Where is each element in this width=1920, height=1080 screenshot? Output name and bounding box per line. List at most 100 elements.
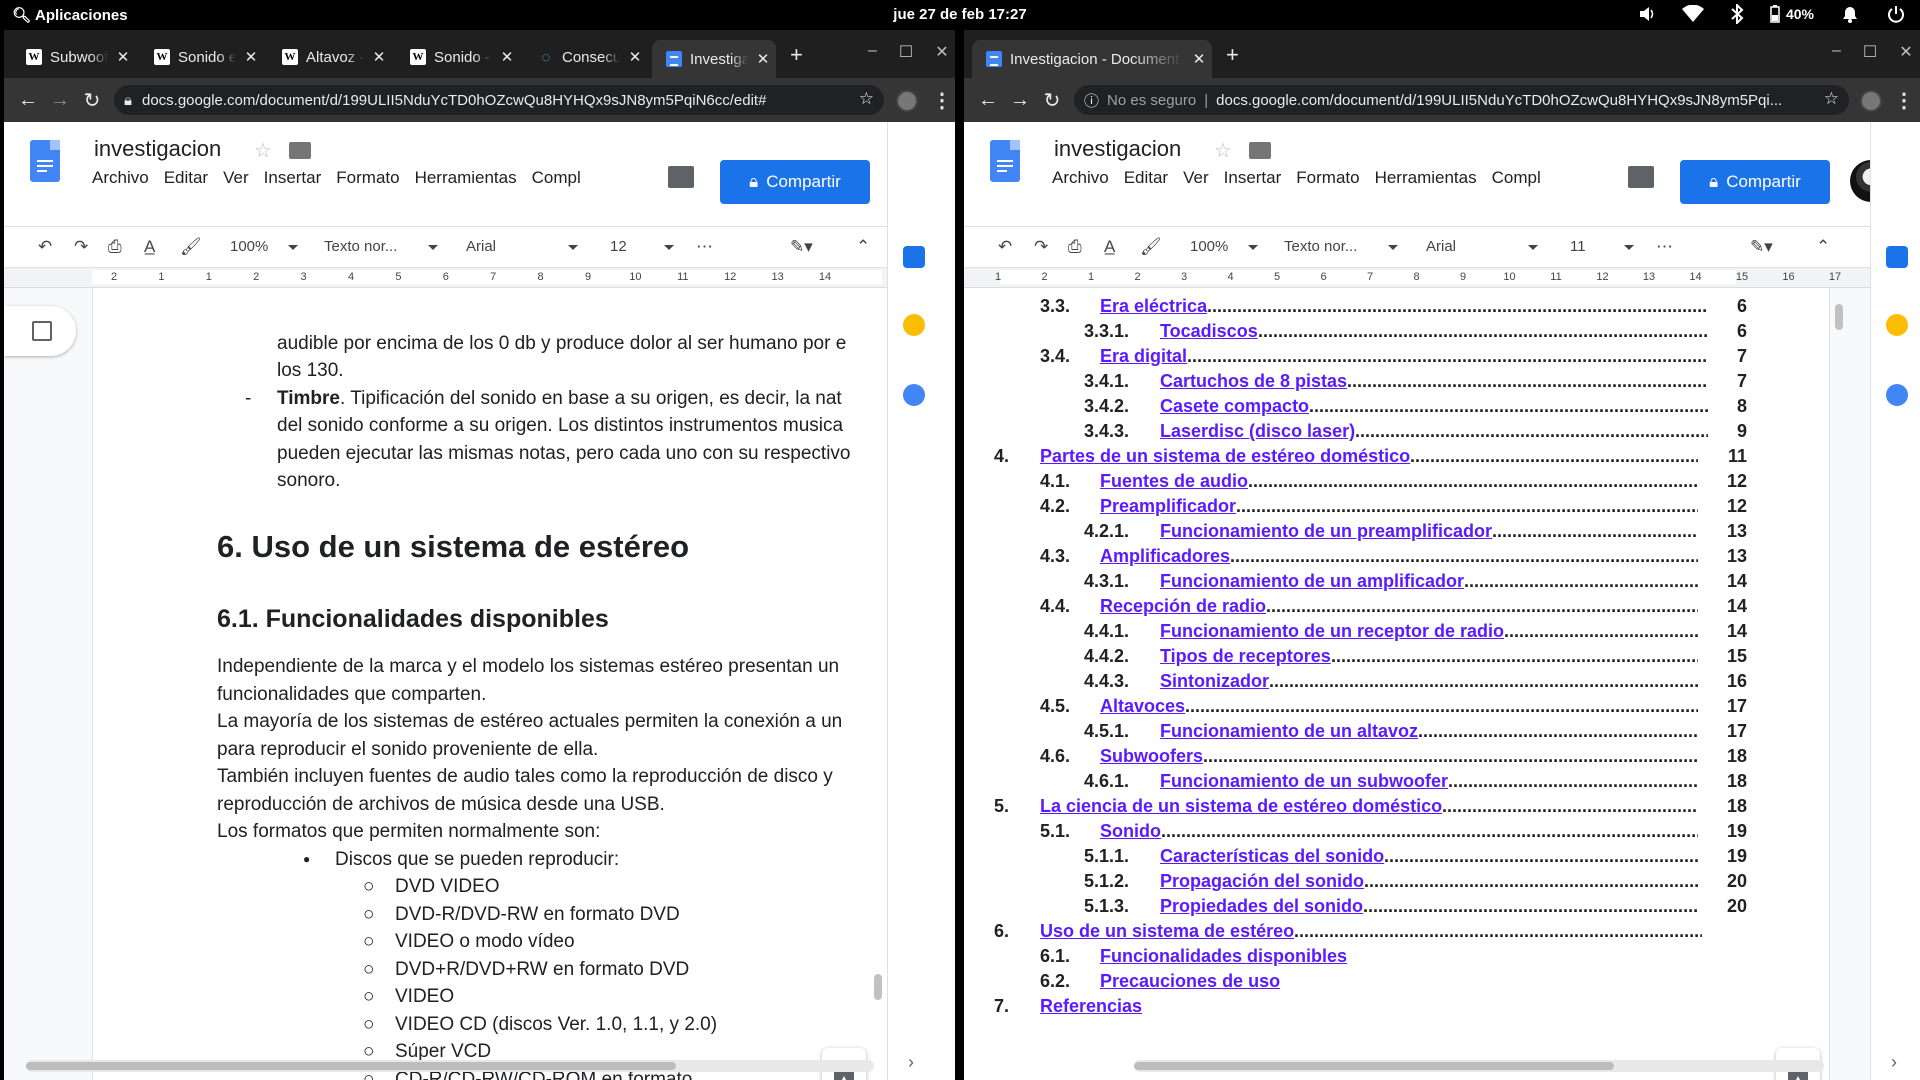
horizontal-scrollbar[interactable] — [1134, 1060, 1824, 1072]
address-bar[interactable]: ⓘ No es seguro | docs.google.com/documen… — [1074, 85, 1849, 115]
close-tab-icon[interactable]: ✕ — [500, 48, 514, 66]
share-button[interactable]: 🔒︎ Compartir — [1680, 160, 1830, 204]
document-page[interactable]: audible por encima de los 0 db y produce… — [92, 288, 887, 1080]
toc-link-text[interactable]: Era digital — [1100, 346, 1187, 366]
toc-link-text[interactable]: Altavoces — [1100, 696, 1185, 716]
toc-link-text[interactable]: Funcionamiento de un altavoz — [1160, 721, 1418, 741]
toc-entry-link[interactable]: Propiedades del sonido — [1160, 894, 1363, 919]
toc-link-text[interactable]: Laserdisc (disco laser) — [1160, 421, 1355, 441]
toc-entry-link[interactable]: Casete compacto — [1160, 394, 1309, 419]
ruler[interactable]: 12123456789101112131415161718 — [964, 268, 1888, 288]
tab-wikipedia-3[interactable]: W Altavoz - ✕ — [268, 42, 392, 72]
menu-insertar[interactable]: Insertar — [264, 168, 322, 188]
calendar-icon[interactable] — [1886, 246, 1908, 268]
vertical-scrollbar[interactable] — [874, 974, 882, 1000]
document-page[interactable]: 3.3. Era eléctrica.......................… — [964, 288, 1830, 1080]
toc-link-text[interactable]: La ciencia de un sistema de estéreo domé… — [1040, 796, 1442, 816]
toc-entry-link[interactable]: Era digital — [1100, 344, 1187, 369]
toc-link-text[interactable]: Casete compacto — [1160, 396, 1309, 416]
menu-herramientas[interactable]: Herramientas — [415, 168, 517, 188]
menu-herramientas[interactable]: Herramientas — [1375, 168, 1477, 188]
close-window-icon[interactable]: ✕ — [1899, 42, 1912, 62]
toc-link-text[interactable]: Amplificadores — [1100, 546, 1230, 566]
calendar-icon[interactable] — [903, 246, 925, 268]
toc-link-text[interactable]: Propiedades del sonido — [1160, 896, 1363, 916]
toc-entry-link[interactable]: Propagación del sonido — [1160, 869, 1364, 894]
tab-wikipedia-1[interactable]: W Subwoof ✕ — [12, 42, 136, 72]
toc-entry-link[interactable]: Uso de un sistema de estéreo — [1040, 919, 1294, 944]
more-icon[interactable]: ⋯ — [696, 237, 713, 257]
document-title[interactable]: investigacion — [94, 136, 221, 162]
google-docs-logo-icon[interactable] — [30, 140, 60, 182]
menu-archivo[interactable]: Archivo — [92, 168, 149, 188]
close-tab-icon[interactable]: ✕ — [756, 50, 770, 68]
toc-entry-link[interactable]: Precauciones de uso — [1100, 969, 1280, 994]
toc-entry-link[interactable]: Funcionamiento de un subwoofer — [1160, 769, 1448, 794]
collapse-icon[interactable]: ⌃ — [1816, 237, 1830, 257]
editing-mode-icon[interactable]: ✎▾ — [790, 237, 813, 257]
toc-link-text[interactable]: Uso de un sistema de estéreo — [1040, 921, 1294, 941]
toc-link-text[interactable]: Sintonizador — [1160, 671, 1269, 691]
toc-entry-link[interactable]: Funcionamiento de un preamplificador — [1160, 519, 1492, 544]
toc-entry-link[interactable]: Sintonizador — [1160, 669, 1269, 694]
new-tab-button[interactable]: + — [790, 44, 803, 66]
star-icon[interactable]: ☆ — [1214, 138, 1232, 163]
toc-entry-link[interactable]: Preamplificador — [1100, 494, 1236, 519]
zoom-select[interactable]: 100% — [230, 238, 298, 255]
volume-icon[interactable] — [1638, 5, 1656, 23]
toc-entry-link[interactable]: La ciencia de un sistema de estéreo domé… — [1040, 794, 1442, 819]
close-window-icon[interactable]: ✕ — [935, 42, 948, 62]
toc-entry-link[interactable]: Partes de un sistema de estéreo doméstic… — [1040, 444, 1410, 469]
spellcheck-icon[interactable]: A̲ — [144, 237, 155, 257]
browser-menu-icon[interactable]: ⋮ — [932, 88, 952, 113]
expand-panel-icon[interactable]: › — [1891, 1052, 1897, 1073]
close-tab-icon[interactable]: ✕ — [628, 48, 642, 66]
back-icon[interactable]: ← — [972, 89, 1004, 112]
toc-link-text[interactable]: Partes de un sistema de estéreo doméstic… — [1040, 446, 1410, 466]
share-button[interactable]: 🔒︎ Compartir — [720, 160, 870, 204]
star-icon[interactable]: ☆ — [254, 138, 272, 163]
menu-ver[interactable]: Ver — [1183, 168, 1209, 188]
toc-link-text[interactable]: Sonido — [1100, 821, 1161, 841]
toc-link-text[interactable]: Funcionamiento de un amplificador — [1160, 571, 1464, 591]
menu-ver[interactable]: Ver — [223, 168, 249, 188]
toc-entry-link[interactable]: Funcionamiento de un altavoz — [1160, 719, 1418, 744]
toc-link-text[interactable]: Fuentes de audio — [1100, 471, 1248, 491]
toc-link-text[interactable]: Funcionalidades disponibles — [1100, 946, 1347, 966]
menu-complementos[interactable]: Compl — [532, 168, 581, 188]
toc-entry-link[interactable]: Funcionalidades disponibles — [1100, 944, 1347, 969]
toc-entry-link[interactable]: Referencias — [1040, 994, 1142, 1019]
close-tab-icon[interactable]: ✕ — [116, 48, 130, 66]
toc-entry-link[interactable]: Funcionamiento de un receptor de radio — [1160, 619, 1504, 644]
folder-icon[interactable] — [289, 142, 311, 159]
google-docs-logo-icon[interactable] — [990, 140, 1020, 182]
tab-wikipedia-2[interactable]: W Sonido e ✕ — [140, 42, 264, 72]
bookmark-star-icon[interactable]: ☆ — [859, 89, 874, 109]
more-icon[interactable]: ⋯ — [1656, 237, 1673, 257]
toc-entry-link[interactable]: Era eléctrica — [1100, 294, 1207, 319]
toc-entry-link[interactable]: Cartuchos de 8 pistas — [1160, 369, 1347, 394]
clock[interactable]: jue 27 de feb 17:27 — [0, 6, 1920, 23]
toc-entry-link[interactable]: Funcionamiento de un amplificador — [1160, 569, 1464, 594]
editing-mode-icon[interactable]: ✎▾ — [1750, 237, 1773, 257]
new-tab-button[interactable]: + — [1226, 44, 1239, 66]
tab-consecuencias[interactable]: ◌ Consecu ✕ — [524, 42, 648, 72]
profile-icon[interactable] — [896, 90, 918, 112]
toc-link-text[interactable]: Características del sonido — [1160, 846, 1384, 866]
reload-icon[interactable]: ↻ — [1036, 88, 1068, 113]
address-bar[interactable]: 🔒︎ docs.google.com/document/d/199ULII5Nd… — [114, 85, 884, 115]
menu-complementos[interactable]: Compl — [1492, 168, 1541, 188]
close-tab-icon[interactable]: ✕ — [372, 48, 386, 66]
toc-link-text[interactable]: Funcionamiento de un receptor de radio — [1160, 621, 1504, 641]
toc-entry-link[interactable]: Fuentes de audio — [1100, 469, 1248, 494]
wifi-icon[interactable] — [1681, 5, 1704, 23]
reload-icon[interactable]: ↻ — [76, 88, 108, 113]
comment-history-icon[interactable] — [1628, 166, 1654, 188]
undo-icon[interactable]: ↶ — [38, 237, 52, 257]
toc-entry-link[interactable]: Tipos de receptores — [1160, 644, 1331, 669]
vertical-scrollbar[interactable] — [1835, 304, 1843, 330]
toc-entry-link[interactable]: Laserdisc (disco laser) — [1160, 419, 1355, 444]
forward-icon[interactable]: → — [44, 89, 76, 112]
toc-link-text[interactable]: Funcionamiento de un subwoofer — [1160, 771, 1448, 791]
document-outline-button[interactable] — [4, 306, 76, 356]
